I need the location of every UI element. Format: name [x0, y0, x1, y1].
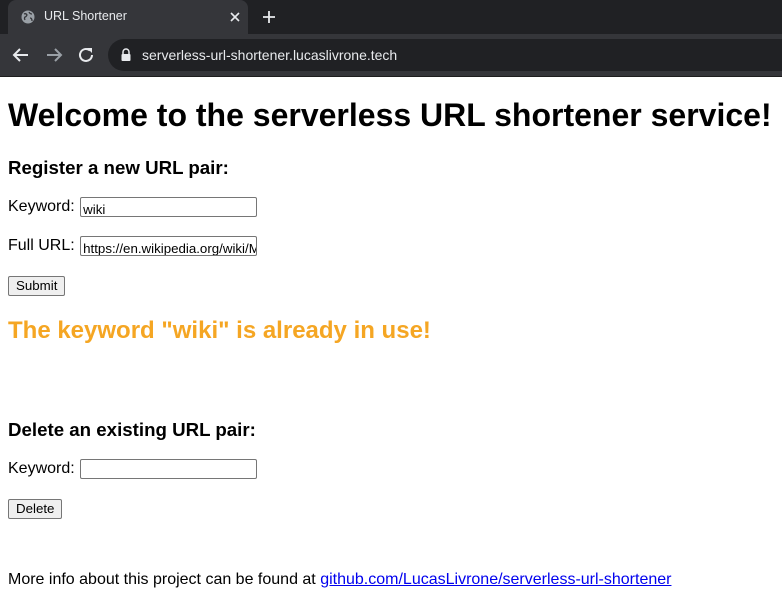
footer: More info about this project can be foun… [8, 571, 671, 589]
register-heading: Register a new URL pair: [8, 157, 229, 178]
tab-title: URL Shortener [44, 9, 127, 23]
delete-heading: Delete an existing URL pair: [8, 419, 256, 440]
github-link[interactable]: github.com/LucasLivrone/serverless-url-s… [320, 571, 671, 588]
register-url-label: Full URL: [8, 237, 75, 254]
delete-keyword-label: Keyword: [8, 460, 75, 477]
register-keyword-label: Keyword: [8, 198, 75, 215]
footer-text: More info about this project can be foun… [8, 571, 321, 588]
register-url-input[interactable]: https://en.wikipedia.org/wiki/M [80, 236, 258, 256]
globe-icon [21, 10, 35, 24]
register-url-row: Full URL: https://en.wikipedia.org/wiki/… [8, 235, 258, 257]
back-arrow-icon[interactable] [12, 46, 30, 64]
forward-arrow-icon[interactable] [45, 46, 63, 64]
delete-keyword-input[interactable] [80, 459, 258, 479]
error-message: The keyword "wiki" is already in use! [8, 317, 431, 344]
delete-keyword-row: Keyword: [8, 458, 258, 480]
browser-toolbar: serverless-url-shortener.lucaslivrone.te… [0, 34, 782, 77]
address-bar[interactable]: serverless-url-shortener.lucaslivrone.te… [108, 39, 782, 71]
lock-icon[interactable] [120, 48, 132, 62]
submit-button[interactable]: Submit [8, 276, 66, 296]
reload-icon[interactable] [77, 46, 95, 64]
browser-tab-strip: URL Shortener [0, 0, 782, 34]
address-bar-url: serverless-url-shortener.lucaslivrone.te… [142, 47, 398, 63]
register-keyword-input[interactable]: wiki [80, 197, 258, 217]
new-tab-icon[interactable] [262, 10, 276, 24]
delete-button[interactable]: Delete [8, 499, 63, 519]
browser-tab[interactable]: URL Shortener [8, 0, 248, 34]
register-keyword-row: Keyword: wiki [8, 196, 258, 218]
page-title: Welcome to the serverless URL shortener … [8, 97, 772, 133]
close-icon[interactable] [228, 10, 242, 24]
